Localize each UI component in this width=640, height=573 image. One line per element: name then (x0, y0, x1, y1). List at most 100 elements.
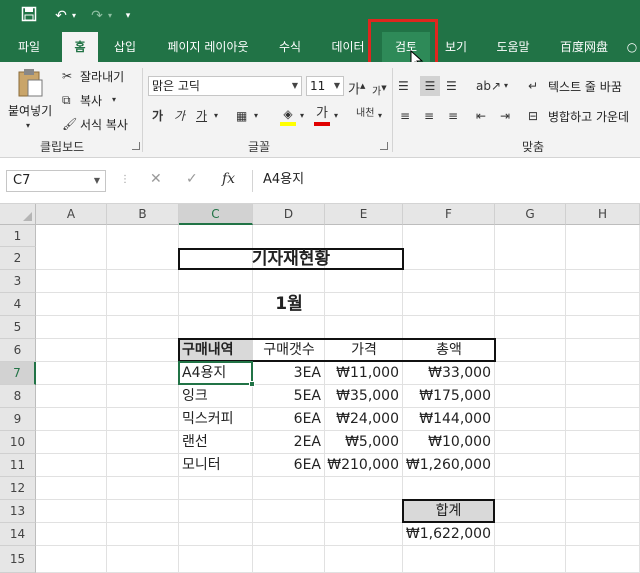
item-qty-cell[interactable]: 6EA (253, 454, 325, 477)
tab-home[interactable]: 홈 (62, 32, 98, 62)
paste-dropdown-icon[interactable]: ▾ (26, 118, 30, 134)
tab-formulas[interactable]: 수식 (270, 32, 310, 62)
align-left-icon[interactable]: ≡ (400, 108, 410, 124)
tab-file[interactable]: 파일 (6, 32, 52, 62)
redo-icon[interactable]: ↷ (86, 6, 108, 26)
fill-handle[interactable] (249, 381, 255, 387)
undo-dropdown-icon[interactable]: ▾ (70, 6, 78, 26)
row-header-8[interactable]: 8 (0, 385, 36, 408)
item-price-cell[interactable]: ₩210,000 (325, 454, 403, 477)
item-qty-cell[interactable]: 3EA (253, 362, 325, 385)
paste-button[interactable]: 붙여넣기 (8, 102, 52, 119)
item-total-cell[interactable]: ₩33,000 (403, 362, 495, 385)
item-qty-cell[interactable]: 5EA (253, 385, 325, 408)
tab-insert[interactable]: 삽입 (104, 32, 146, 62)
format-painter-icon[interactable]: 🖌 (62, 116, 77, 132)
column-header-h[interactable]: H (566, 204, 640, 225)
decrease-font-icon[interactable]: 가▼ (372, 80, 387, 100)
tab-page-layout[interactable]: 페이지 레이아웃 (152, 32, 264, 62)
row-header-3[interactable]: 3 (0, 270, 36, 293)
item-qty-cell[interactable]: 2EA (253, 431, 325, 454)
row-header-7[interactable]: 7 (0, 362, 36, 385)
insert-function-button[interactable]: fx (222, 171, 235, 187)
item-name-cell[interactable]: 랜선 (179, 431, 253, 454)
orientation-icon[interactable]: ab↗ (476, 78, 501, 94)
decrease-indent-icon[interactable]: ⇤ (476, 108, 486, 124)
total-value[interactable]: ₩1,622,000 (403, 523, 495, 546)
row-header-12[interactable]: 12 (0, 477, 36, 500)
align-right-icon[interactable]: ≡ (448, 108, 458, 124)
row-header-9[interactable]: 9 (0, 408, 36, 431)
column-header-f[interactable]: F (403, 204, 495, 225)
cancel-icon[interactable]: ✕ (150, 171, 162, 187)
item-total-cell[interactable]: ₩10,000 (403, 431, 495, 454)
border-icon[interactable]: ▦ (236, 108, 247, 124)
tab-baidu-netdisk[interactable]: 百度网盘 (550, 32, 618, 62)
select-all-button[interactable] (0, 204, 36, 225)
format-painter-button[interactable]: 서식 복사 (80, 116, 128, 133)
row-header-13[interactable]: 13 (0, 500, 36, 523)
row-header-5[interactable]: 5 (0, 316, 36, 339)
underline-dropdown-icon[interactable]: ▾ (214, 108, 218, 124)
sheet-title[interactable]: 기자재현황 (178, 248, 404, 270)
row-header-15[interactable]: 15 (0, 546, 36, 573)
merge-center-button[interactable]: 병합하고 가운데 (548, 108, 629, 125)
save-icon[interactable] (20, 6, 38, 28)
cut-icon[interactable]: ✂ (62, 68, 72, 84)
column-header-g[interactable]: G (495, 204, 566, 225)
increase-indent-icon[interactable]: ⇥ (500, 108, 510, 124)
increase-font-icon[interactable]: 가▲ (348, 78, 365, 98)
font-color-dropdown-icon[interactable]: ▾ (334, 108, 338, 124)
row-header-1[interactable]: 1 (0, 225, 36, 247)
italic-button[interactable]: 가 (174, 108, 185, 124)
customize-qat-icon[interactable]: ▾ (122, 6, 134, 26)
phonetic-icon[interactable]: 내천 (356, 106, 374, 122)
cut-button[interactable]: 잘라내기 (80, 68, 124, 85)
item-name-cell[interactable]: 잉크 (179, 385, 253, 408)
item-total-cell[interactable]: ₩175,000 (403, 385, 495, 408)
item-name-cell[interactable]: 모니터 (179, 454, 253, 477)
row-header-4[interactable]: 4 (0, 293, 36, 316)
row-header-11[interactable]: 11 (0, 454, 36, 477)
item-price-cell[interactable]: ₩35,000 (325, 385, 403, 408)
item-price-cell[interactable]: ₩5,000 (325, 431, 403, 454)
merge-center-icon[interactable]: ⊟ (528, 108, 538, 124)
column-header-c[interactable]: C (179, 204, 253, 225)
lightbulb-icon[interactable]: ○ (624, 32, 640, 62)
formula-input[interactable]: A4용지 (252, 170, 640, 192)
row-header-6[interactable]: 6 (0, 339, 36, 362)
copy-button[interactable]: 복사 (80, 92, 102, 109)
font-name-combo[interactable]: 맑은 고딕 ▼ (148, 76, 302, 96)
bold-button[interactable]: 가 (152, 108, 163, 124)
column-header-e[interactable]: E (325, 204, 403, 225)
total-label[interactable]: 합계 (402, 499, 495, 523)
border-dropdown-icon[interactable]: ▾ (254, 108, 258, 124)
column-header-b[interactable]: B (107, 204, 179, 225)
item-total-cell[interactable]: ₩1,260,000 (403, 454, 495, 477)
item-qty-cell[interactable]: 6EA (253, 408, 325, 431)
column-header-a[interactable]: A (36, 204, 107, 225)
wrap-text-icon[interactable]: ↵ (528, 78, 538, 94)
font-color-icon[interactable]: 가 (314, 106, 330, 126)
undo-icon[interactable]: ↶ (50, 6, 72, 26)
align-bottom-icon[interactable]: ☰ (446, 78, 457, 94)
item-name-cell[interactable]: 믹스커피 (179, 408, 253, 431)
name-box[interactable]: C7 ▼ (6, 170, 106, 192)
underline-button[interactable]: 가 (196, 108, 207, 124)
tab-view[interactable]: 보기 (436, 32, 476, 62)
wrap-text-button[interactable]: 텍스트 줄 바꿈 (548, 78, 622, 95)
copy-dropdown-icon[interactable]: ▾ (112, 92, 116, 108)
align-top-icon[interactable]: ☰ (398, 78, 409, 94)
orientation-dropdown-icon[interactable]: ▾ (504, 78, 508, 94)
phonetic-dropdown-icon[interactable]: ▾ (378, 108, 382, 124)
clipboard-launcher-icon[interactable] (132, 142, 140, 150)
item-total-cell[interactable]: ₩144,000 (403, 408, 495, 431)
fill-color-dropdown-icon[interactable]: ▾ (300, 108, 304, 124)
row-header-14[interactable]: 14 (0, 523, 36, 546)
row-header-10[interactable]: 10 (0, 431, 36, 454)
copy-icon[interactable]: ⧉ (62, 92, 71, 108)
month-label[interactable]: 1월 (253, 293, 325, 316)
font-size-combo[interactable]: 11 ▼ (306, 76, 344, 96)
align-middle-icon[interactable]: ☰ (420, 76, 440, 96)
redo-dropdown-icon[interactable]: ▾ (106, 6, 114, 26)
